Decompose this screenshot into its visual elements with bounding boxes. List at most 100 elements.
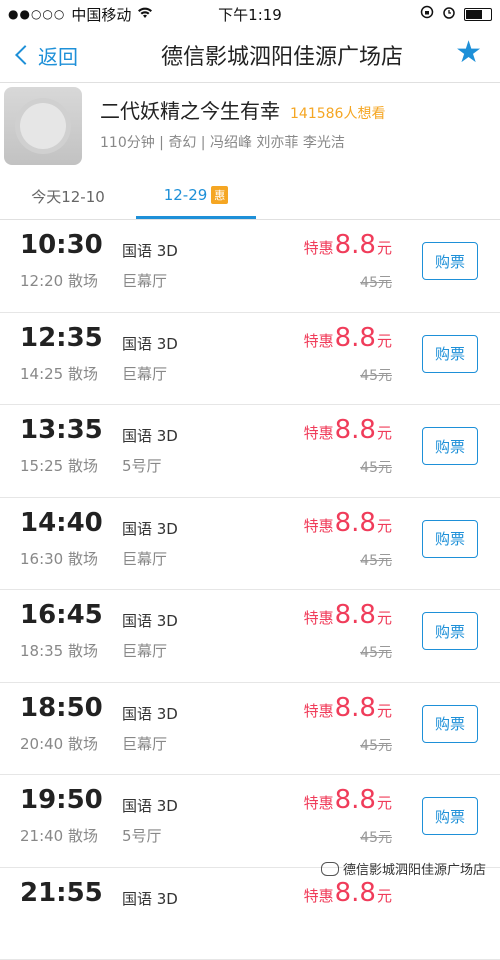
hall-name: 巨幕厅 xyxy=(122,363,167,384)
hall-name: 5号厅 xyxy=(122,825,162,846)
discount-price: 特惠8.8元 xyxy=(304,323,392,353)
price-unit: 元 xyxy=(377,515,392,536)
language-format: 国语 3D xyxy=(122,518,178,539)
discount-price: 特惠8.8元 xyxy=(304,600,392,630)
showtime-row[interactable]: 14:4016:30 散场国语 3D巨幕厅特惠8.8元45元购票 xyxy=(0,498,500,591)
showtime-row[interactable]: 16:45 18:35 散场 国语 3D 巨幕厅 特惠8.8元 45元 购票 xyxy=(0,590,500,683)
alarm-icon xyxy=(442,5,456,23)
price-value: 8.8 xyxy=(335,693,376,723)
want-count: 141586人想看 xyxy=(290,103,385,123)
watermark: 德信影城泗阳佳源广场店 xyxy=(321,859,486,878)
page-title: 德信影城泗阳佳源广场店 xyxy=(104,39,460,71)
back-label: 返回 xyxy=(38,41,78,70)
start-time: 13:35 xyxy=(20,415,103,445)
chevron-left-icon xyxy=(15,45,35,65)
price-unit: 元 xyxy=(377,700,392,721)
price-value: 8.8 xyxy=(335,785,376,815)
buy-ticket-button[interactable]: 购票 xyxy=(422,520,478,558)
price-value: 8.8 xyxy=(335,600,376,630)
movie-header[interactable]: 二代妖精之今生有幸 141586人想看 110分钟 | 奇幻 | 冯绍峰 刘亦菲… xyxy=(0,83,500,173)
price-unit: 元 xyxy=(377,885,392,906)
tab-today[interactable]: 今天12-10 xyxy=(0,173,136,219)
price-prefix: 特惠 xyxy=(304,237,334,258)
price-prefix: 特惠 xyxy=(304,422,334,443)
buy-ticket-button[interactable]: 购票 xyxy=(422,797,478,835)
end-time: 12:20 散场 xyxy=(20,270,98,291)
price-unit: 元 xyxy=(377,607,392,628)
language-format: 国语 3D xyxy=(122,703,178,724)
end-time: 21:40 散场 xyxy=(20,825,98,846)
signal-strength-icon: ●●○○○ xyxy=(8,7,65,21)
price-prefix: 特惠 xyxy=(304,885,334,906)
start-time: 12:35 xyxy=(20,323,103,353)
showtime-list: 10:3012:20 散场国语 3D巨幕厅特惠8.8元45元购票12:3514:… xyxy=(0,220,500,960)
favorite-star-icon[interactable]: ★ xyxy=(455,38,482,68)
discount-price: 特惠8.8元 xyxy=(304,230,392,260)
showtime-row[interactable]: 21:55国语 3D特惠8.8元 xyxy=(0,868,500,960)
discount-price: 特惠8.8元 xyxy=(304,508,392,538)
buy-ticket-button[interactable]: 购票 xyxy=(422,242,478,280)
language-format: 国语 3D xyxy=(122,240,178,261)
original-price: 45元 xyxy=(360,457,392,477)
price-value: 8.8 xyxy=(335,878,376,908)
status-bar: ●●○○○ 中国移动 下午1:19 xyxy=(0,0,500,28)
date-tabs: 今天12-10 12-29 惠 xyxy=(0,173,500,220)
price-unit: 元 xyxy=(377,792,392,813)
movie-title: 二代妖精之今生有幸 xyxy=(100,95,280,124)
watermark-text: 德信影城泗阳佳源广场店 xyxy=(343,859,486,878)
battery-icon xyxy=(464,8,492,21)
hall-name: 巨幕厅 xyxy=(122,640,167,661)
tab-label: 今天12-10 xyxy=(31,186,105,207)
original-price: 45元 xyxy=(360,735,392,755)
start-time: 18:50 xyxy=(20,693,103,723)
price-value: 8.8 xyxy=(335,323,376,353)
price-prefix: 特惠 xyxy=(304,792,334,813)
tab-label: 12-29 xyxy=(164,186,208,204)
buy-ticket-button[interactable]: 购票 xyxy=(422,335,478,373)
start-time: 14:40 xyxy=(20,508,103,538)
discount-price: 特惠8.8元 xyxy=(304,415,392,445)
start-time: 19:50 xyxy=(20,785,103,815)
back-button[interactable]: 返回 xyxy=(0,41,104,70)
discount-price: 特惠8.8元 xyxy=(304,878,392,908)
end-time: 15:25 散场 xyxy=(20,455,98,476)
start-time: 10:30 xyxy=(20,230,103,260)
showtime-row[interactable]: 18:50 20:40 散场 国语 3D 巨幕厅 特惠8.8元 45元 购票 xyxy=(0,683,500,776)
price-prefix: 特惠 xyxy=(304,330,334,351)
price-prefix: 特惠 xyxy=(304,700,334,721)
start-time: 21:55 xyxy=(20,878,103,908)
end-time: 18:35 散场 xyxy=(20,640,98,661)
original-price: 45元 xyxy=(360,365,392,385)
showtime-row[interactable]: 10:30 12:20 散场 国语 3D 巨幕厅 特惠8.8元 45元 购票 xyxy=(0,220,500,313)
language-format: 国语 3D xyxy=(122,610,178,631)
original-price: 45元 xyxy=(360,642,392,662)
buy-ticket-button[interactable]: 购票 xyxy=(422,612,478,650)
original-price: 45元 xyxy=(360,272,392,292)
wechat-icon xyxy=(321,862,339,876)
price-prefix: 特惠 xyxy=(304,607,334,628)
showtime-row[interactable]: 13:35 15:25 散场 国语 3D 5号厅 特惠8.8元 45元 购票 xyxy=(0,405,500,498)
price-unit: 元 xyxy=(377,330,392,351)
showtime-row[interactable]: 12:35 14:25 散场 国语 3D 巨幕厅 特惠8.8元 45元 购票 xyxy=(0,313,500,406)
discount-badge: 惠 xyxy=(211,186,228,204)
hall-name: 5号厅 xyxy=(122,455,162,476)
price-value: 8.8 xyxy=(335,230,376,260)
tab-12-29[interactable]: 12-29 惠 xyxy=(136,173,256,219)
end-time: 20:40 散场 xyxy=(20,733,98,754)
price-prefix: 特惠 xyxy=(304,515,334,536)
language-format: 国语 3D xyxy=(122,333,178,354)
hall-name: 巨幕厅 xyxy=(122,270,167,291)
language-format: 国语 3D xyxy=(122,425,178,446)
end-time: 14:25 散场 xyxy=(20,363,98,384)
rotation-lock-icon xyxy=(420,5,434,23)
buy-ticket-button[interactable]: 购票 xyxy=(422,427,478,465)
original-price: 45元 xyxy=(360,550,392,570)
showtime-row[interactable]: 19:5021:40 散场国语 3D5号厅特惠8.8元45元购票 xyxy=(0,775,500,868)
price-unit: 元 xyxy=(377,237,392,258)
start-time: 16:45 xyxy=(20,600,103,630)
buy-ticket-button[interactable]: 购票 xyxy=(422,705,478,743)
hall-name: 巨幕厅 xyxy=(122,733,167,754)
language-format: 国语 3D xyxy=(122,795,178,816)
nav-bar: 返回 德信影城泗阳佳源广场店 ★ xyxy=(0,28,500,83)
wifi-icon xyxy=(137,5,153,23)
